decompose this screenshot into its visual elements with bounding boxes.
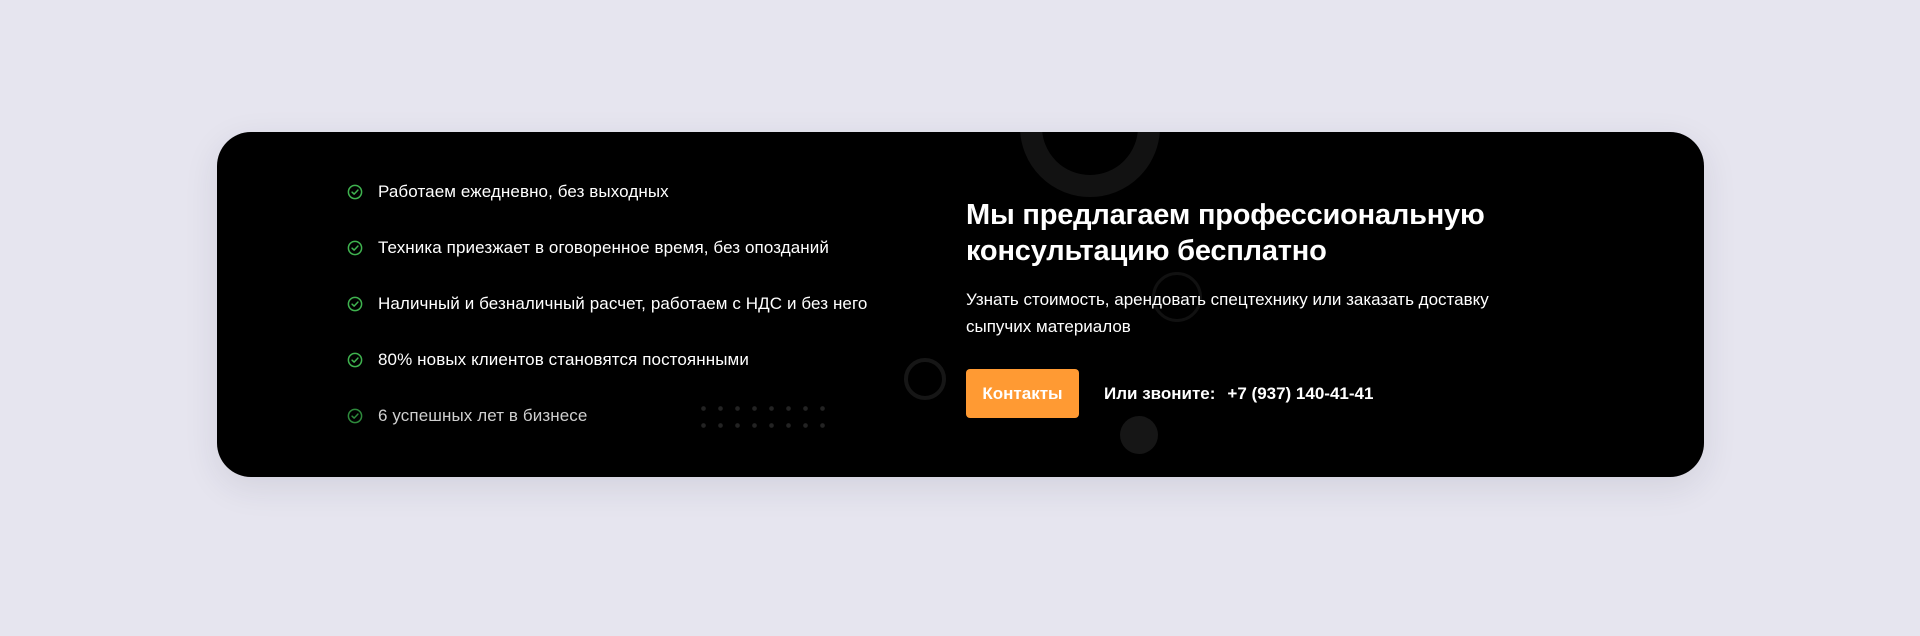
benefit-text: Наличный и безналичный расчет, работаем …	[378, 294, 868, 313]
phone-link[interactable]: +7 (937) 140-41-41	[1227, 384, 1373, 404]
consultation-cta: Мы предлагаем профессиональную консульта…	[966, 197, 1566, 418]
benefit-item: 80% новых клиентов становятся постоянным…	[347, 350, 867, 370]
benefit-text: 80% новых клиентов становятся постоянным…	[378, 350, 749, 369]
check-circle-icon	[347, 296, 363, 312]
call-label: Или звоните:	[1104, 383, 1216, 403]
benefit-text: Работаем ежедневно, без выходных	[378, 182, 669, 201]
check-circle-icon	[347, 352, 363, 368]
benefit-item: 6 успешных лет в бизнесе	[347, 406, 867, 426]
benefit-item: Работаем ежедневно, без выходных	[347, 182, 867, 202]
benefit-item: Наличный и безналичный расчет, работаем …	[347, 294, 867, 314]
check-circle-icon	[347, 184, 363, 200]
decorative-dot	[1120, 416, 1158, 454]
cta-actions: Контакты Или звоните: +7 (937) 140-41-41	[966, 369, 1566, 418]
cta-title: Мы предлагаем профессиональную консульта…	[966, 199, 1485, 267]
cta-subtitle: Узнать стоимость, арендовать спецтехнику…	[966, 290, 1489, 336]
check-circle-icon	[347, 240, 363, 256]
benefit-text: 6 успешных лет в бизнесе	[378, 406, 588, 425]
benefits-list: Работаем ежедневно, без выходных Техника…	[347, 182, 867, 426]
benefit-item: Техника приезжает в оговоренное время, б…	[347, 238, 867, 258]
check-circle-icon	[347, 408, 363, 424]
contacts-button[interactable]: Контакты	[966, 369, 1079, 418]
consultation-banner: Работаем ежедневно, без выходных Техника…	[217, 132, 1704, 477]
decorative-ring	[904, 358, 946, 400]
decorative-ring	[1020, 132, 1160, 197]
benefit-text: Техника приезжает в оговоренное время, б…	[378, 238, 829, 257]
